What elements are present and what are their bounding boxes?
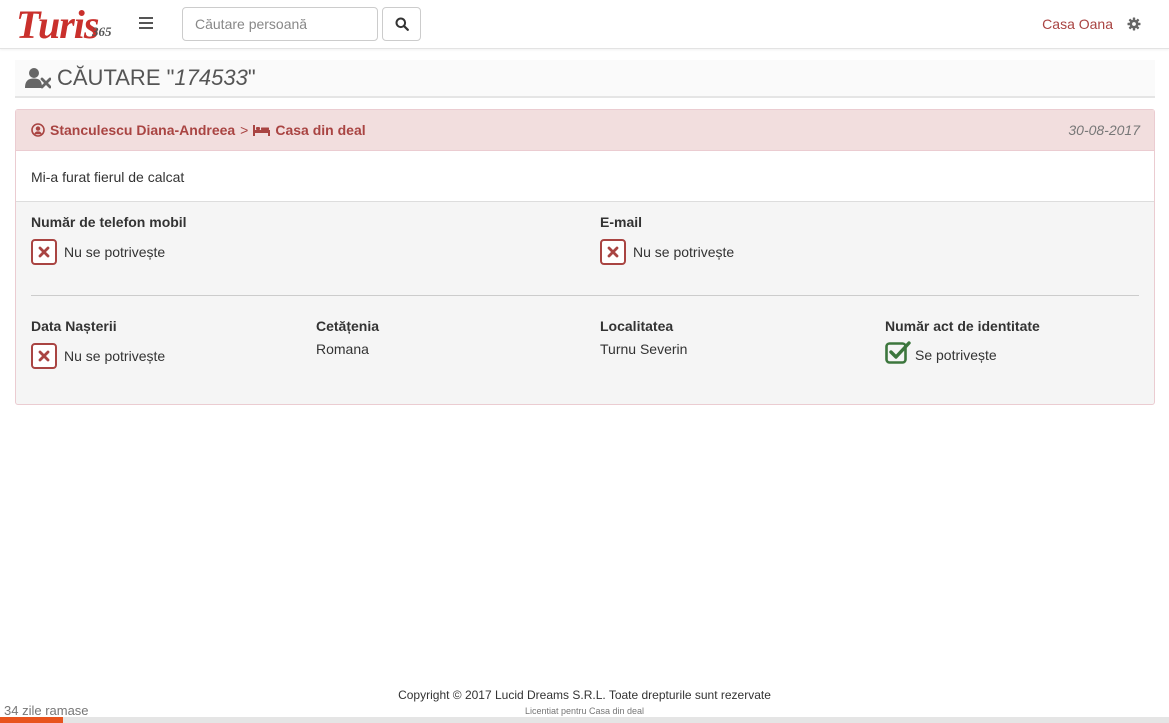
- check-square-icon: [885, 341, 911, 364]
- field-label: Cetățenia: [316, 318, 380, 334]
- times-icon: [31, 239, 57, 265]
- field-phone: Număr de telefon mobil Nu se potrivește: [31, 214, 187, 265]
- times-icon: [600, 239, 626, 265]
- breadcrumb-separator: >: [240, 122, 249, 138]
- times-icon: [31, 343, 57, 369]
- field-label: Număr de telefon mobil: [31, 214, 187, 230]
- match-text: Nu se potrivește: [633, 244, 735, 260]
- logo-text: Turis: [16, 2, 99, 47]
- match-status: Nu se potrivește: [600, 239, 734, 265]
- field-label: Localitatea: [600, 318, 674, 334]
- property-link[interactable]: Casa din deal: [275, 122, 365, 138]
- match-text: Nu se potrivește: [64, 348, 166, 364]
- match-status: Se potrivește: [885, 340, 1040, 364]
- trial-days-left: 34 zile ramase: [4, 703, 89, 718]
- divider: [31, 295, 1139, 296]
- top-navbar: Turis 365 Casa Oana: [0, 0, 1169, 49]
- search-button[interactable]: [382, 7, 421, 41]
- field-label: Număr act de identitate: [885, 318, 1040, 334]
- menu-icon[interactable]: [139, 17, 153, 29]
- field-label: Data Nașterii: [31, 318, 117, 334]
- trial-progress-bar: [0, 717, 1169, 723]
- field-birth-date: Data Nașterii Nu se potrivește: [31, 318, 165, 369]
- result-card-header: Stanculescu Diana-Andreea > Casa din dea…: [16, 110, 1154, 151]
- user-times-icon: [25, 68, 51, 89]
- match-status: Nu se potrivește: [31, 343, 165, 369]
- report-message-row: Mi-a furat fierul de calcat: [16, 151, 1154, 202]
- search-query: 174533: [174, 65, 248, 90]
- field-locality: Localitatea Turnu Severin: [600, 318, 687, 357]
- footer-license: Licentiat pentru Casa din deal: [524, 706, 645, 716]
- breadcrumb: Stanculescu Diana-Andreea > Casa din dea…: [31, 122, 366, 138]
- search-icon: [395, 17, 409, 31]
- page-title: CĂUTARE "174533": [57, 65, 256, 90]
- logo[interactable]: Turis 365: [16, 2, 122, 47]
- footer-copyright: Copyright © 2017 Lucid Dreams S.R.L. Toa…: [398, 688, 771, 702]
- house-name-link[interactable]: Casa Oana: [1042, 16, 1113, 32]
- report-message: Mi-a furat fierul de calcat: [31, 169, 185, 185]
- search-input[interactable]: [182, 7, 378, 41]
- page-title-bar: CĂUTARE "174533": [15, 60, 1155, 98]
- field-value: Romana: [316, 341, 369, 357]
- match-status: Nu se potrivește: [31, 239, 187, 265]
- field-citizenship: Cetățenia Romana: [316, 318, 379, 357]
- report-date: 30-08-2017: [1068, 122, 1140, 138]
- field-id-number: Număr act de identitate Se potrivește: [885, 318, 1040, 364]
- user-circle-icon: [31, 123, 45, 137]
- bed-icon: [253, 125, 271, 136]
- logo-number: 365: [92, 24, 112, 39]
- field-value: Turnu Severin: [600, 341, 688, 357]
- match-text: Se potrivește: [915, 347, 997, 363]
- field-email: E-mail Nu se potrivește: [600, 214, 734, 265]
- trial-progress-fill: [0, 717, 64, 723]
- result-card: Stanculescu Diana-Andreea > Casa din dea…: [15, 109, 1155, 405]
- person-link[interactable]: Stanculescu Diana-Andreea: [50, 122, 235, 138]
- match-text: Nu se potrivește: [64, 244, 166, 260]
- gear-icon[interactable]: [1127, 17, 1141, 31]
- field-label: E-mail: [600, 214, 643, 230]
